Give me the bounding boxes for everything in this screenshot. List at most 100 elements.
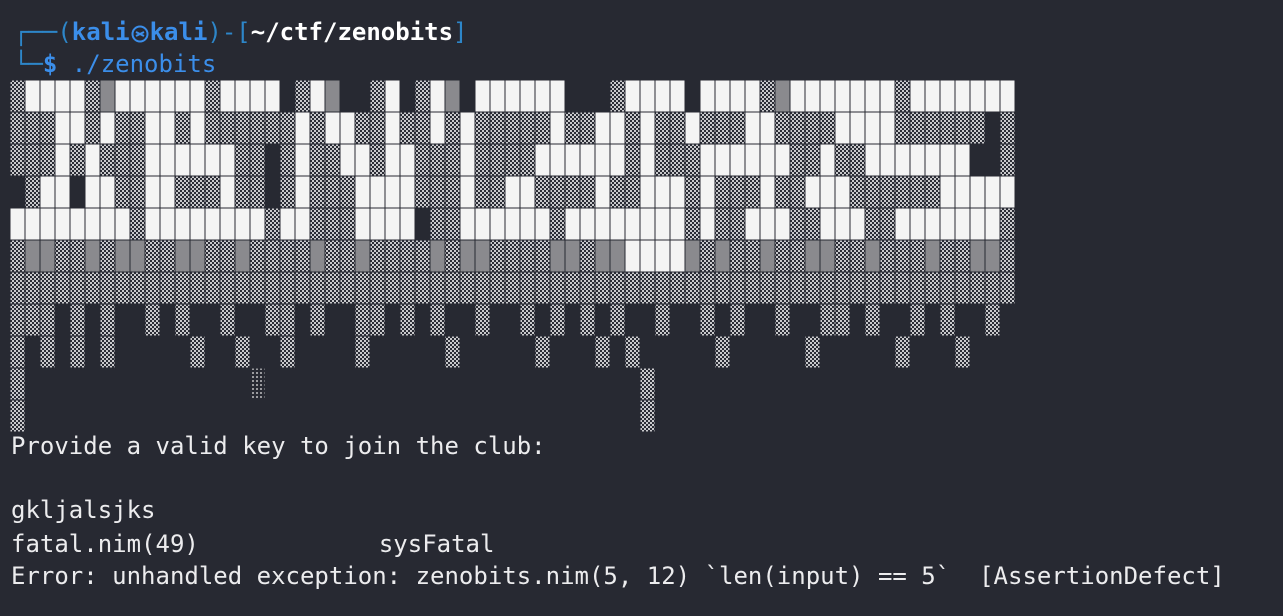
banner-cell (894, 175, 911, 209)
banner-cell (759, 175, 776, 209)
banner-cell (669, 207, 686, 241)
banner-cell (414, 239, 431, 273)
banner-cell (864, 271, 881, 305)
banner-cell (159, 207, 176, 241)
banner-cell (999, 143, 1016, 177)
banner-cell (834, 79, 851, 113)
banner-cell (249, 175, 266, 209)
banner-cell (699, 79, 716, 113)
banner-cell (309, 175, 326, 209)
banner-cell (879, 111, 896, 145)
banner-cell (534, 143, 551, 177)
banner-cell (369, 79, 386, 113)
banner-cell (624, 143, 641, 177)
banner-cell (849, 143, 866, 177)
banner-cell (174, 143, 191, 177)
banner-cell (909, 239, 926, 273)
banner-cell (654, 239, 671, 273)
banner-cell (969, 271, 986, 305)
banner-cell (939, 239, 956, 273)
banner-cell (879, 239, 896, 273)
banner-cell (759, 271, 776, 305)
banner-cell (219, 239, 236, 273)
banner-cell (294, 143, 311, 177)
banner-cell (699, 175, 716, 209)
banner-cell (99, 239, 116, 273)
banner-cell (324, 79, 341, 113)
banner-cell (774, 239, 791, 273)
zenobits-ascii-banner (9, 79, 1016, 433)
banner-cell (774, 79, 791, 113)
banner-cell (234, 143, 251, 177)
banner-cell (9, 111, 26, 145)
banner-cell (984, 239, 1001, 273)
banner-cell (849, 79, 866, 113)
banner-cell (894, 111, 911, 145)
banner-cell (474, 79, 491, 113)
banner-cell (699, 143, 716, 177)
banner-cell (399, 239, 416, 273)
banner-cell (954, 175, 971, 209)
banner-cell (654, 303, 671, 337)
banner-cell (339, 239, 356, 273)
banner-cell (819, 271, 836, 305)
banner-cell (954, 335, 971, 369)
banner-cell (294, 239, 311, 273)
banner-cell (909, 303, 926, 337)
banner-cell (819, 111, 836, 145)
banner-cell (324, 111, 341, 145)
banner-cell (174, 207, 191, 241)
banner-cell (354, 271, 371, 305)
banner-cell (429, 111, 446, 145)
banner-cell (399, 111, 416, 145)
banner-cell (219, 271, 236, 305)
banner-cell (444, 111, 461, 145)
banner-cell (609, 239, 626, 273)
banner-cell (744, 111, 761, 145)
banner-cell (189, 207, 206, 241)
banner-cell (174, 239, 191, 273)
banner-cell (384, 207, 401, 241)
banner-cell (624, 111, 641, 145)
banner-cell (999, 111, 1016, 145)
banner-cell (159, 239, 176, 273)
banner-cell (249, 207, 266, 241)
banner-cell (579, 111, 596, 145)
banner-cell (429, 271, 446, 305)
banner-cell (9, 271, 26, 305)
banner-cell (189, 79, 206, 113)
banner-cell (654, 79, 671, 113)
banner-cell (489, 207, 506, 241)
banner-cell (69, 239, 86, 273)
banner-cell (594, 111, 611, 145)
banner-cell (144, 175, 161, 209)
banner-cell (39, 175, 56, 209)
banner-cell (714, 143, 731, 177)
banner-cell (384, 111, 401, 145)
banner-cell (969, 79, 986, 113)
banner-cell (339, 175, 356, 209)
banner-cell (9, 335, 26, 369)
banner-cell (519, 239, 536, 273)
banner-cell (564, 143, 581, 177)
banner-cell (954, 79, 971, 113)
banner-cell (579, 175, 596, 209)
banner-cell (249, 143, 266, 177)
banner-cell (489, 239, 506, 273)
banner-cell (444, 239, 461, 273)
banner-cell (144, 271, 161, 305)
banner-cell (894, 239, 911, 273)
banner-cell (909, 207, 926, 241)
banner-cell (114, 79, 131, 113)
banner-cell (549, 143, 566, 177)
banner-cell (69, 143, 86, 177)
banner-cell (789, 143, 806, 177)
banner-cell (774, 175, 791, 209)
banner-cell (549, 111, 566, 145)
banner-cell (639, 271, 656, 305)
trace-proc: sysFatal (378, 530, 495, 558)
banner-cell (834, 207, 851, 241)
banner-cell (894, 207, 911, 241)
banner-cell (204, 271, 221, 305)
banner-cell (744, 271, 761, 305)
